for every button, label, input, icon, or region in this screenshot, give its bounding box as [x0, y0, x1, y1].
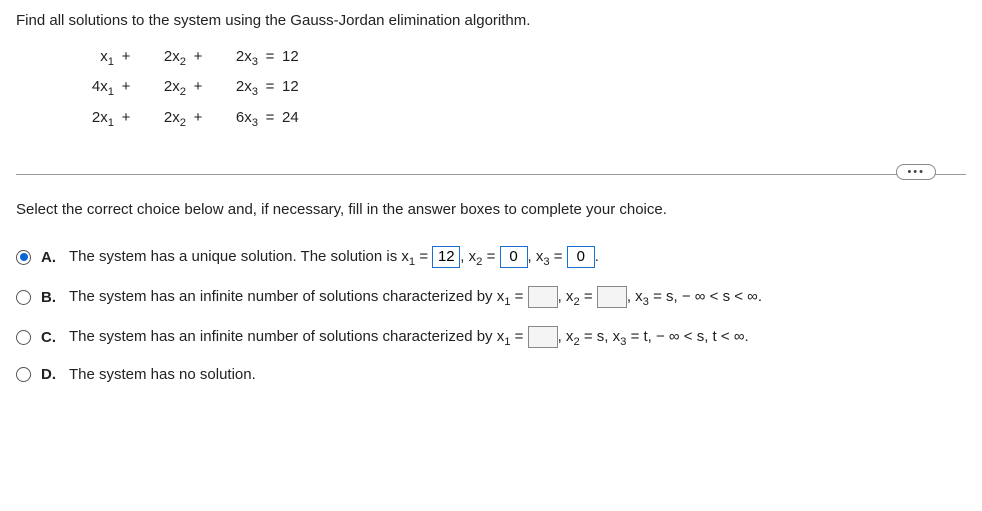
answer-input-a3[interactable]: 0 — [567, 246, 595, 268]
answer-input-b2[interactable] — [597, 286, 627, 308]
answer-input-a2[interactable]: 0 — [500, 246, 528, 268]
eq-term: 6x3 — [210, 104, 258, 134]
choice-instruction: Select the correct choice below and, if … — [16, 201, 966, 218]
eq-term: x1 — [66, 43, 114, 73]
choice-text-a: The system has a unique solution. The so… — [69, 246, 599, 268]
choice-text-d: The system has no solution. — [69, 366, 256, 383]
radio-c[interactable] — [16, 330, 31, 345]
eq-term: 2x2 — [138, 43, 186, 73]
equation-system: x1 + 2x2 + 2x3 = 12 4x1 + 2x2 + 2x3 = 12… — [66, 43, 966, 134]
eq-op: + — [186, 104, 210, 133]
eq-eq: = — [258, 73, 282, 102]
eq-op: + — [114, 104, 138, 133]
answer-choices: A. The system has a unique solution. The… — [16, 246, 966, 383]
divider-line — [16, 174, 966, 175]
eq-term: 2x2 — [138, 73, 186, 103]
equation-row: 2x1 + 2x2 + 6x3 = 24 — [66, 104, 966, 134]
eq-rhs: 12 — [282, 73, 346, 102]
choice-b[interactable]: B. The system has an infinite number of … — [16, 286, 966, 308]
choice-label-b: B. — [41, 289, 59, 306]
choice-label-c: C. — [41, 329, 59, 346]
radio-d[interactable] — [16, 367, 31, 382]
choice-c[interactable]: C. The system has an infinite number of … — [16, 326, 966, 348]
answer-input-c1[interactable] — [528, 326, 558, 348]
choice-text-b: The system has an infinite number of sol… — [69, 286, 762, 308]
eq-op: + — [186, 73, 210, 102]
eq-rhs: 12 — [282, 43, 346, 72]
answer-input-a1[interactable]: 12 — [432, 246, 460, 268]
radio-b[interactable] — [16, 290, 31, 305]
equation-row: 4x1 + 2x2 + 2x3 = 12 — [66, 73, 966, 103]
choice-a[interactable]: A. The system has a unique solution. The… — [16, 246, 966, 268]
choice-label-a: A. — [41, 249, 59, 266]
answer-input-b1[interactable] — [528, 286, 558, 308]
equation-row: x1 + 2x2 + 2x3 = 12 — [66, 43, 966, 73]
problem-prompt: Find all solutions to the system using t… — [16, 12, 966, 29]
eq-term: 2x3 — [210, 73, 258, 103]
eq-op: + — [114, 43, 138, 72]
radio-a[interactable] — [16, 250, 31, 265]
eq-term: 2x3 — [210, 43, 258, 73]
section-divider: ••• — [16, 174, 966, 175]
eq-op: + — [114, 73, 138, 102]
choice-text-c: The system has an infinite number of sol… — [69, 326, 749, 348]
choice-d[interactable]: D. The system has no solution. — [16, 366, 966, 383]
eq-eq: = — [258, 43, 282, 72]
eq-term: 4x1 — [66, 73, 114, 103]
more-options-badge[interactable]: ••• — [896, 164, 936, 180]
choice-label-d: D. — [41, 366, 59, 383]
eq-rhs: 24 — [282, 104, 346, 133]
eq-term: 2x1 — [66, 104, 114, 134]
eq-eq: = — [258, 104, 282, 133]
eq-term: 2x2 — [138, 104, 186, 134]
eq-op: + — [186, 43, 210, 72]
